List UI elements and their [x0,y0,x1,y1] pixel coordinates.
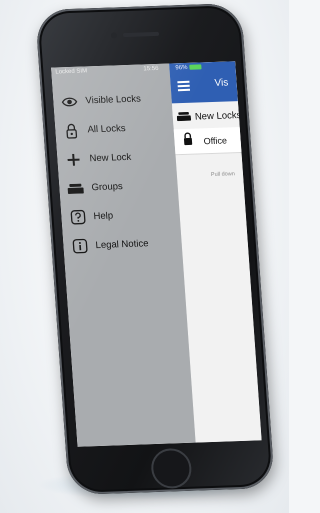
stack-icon [67,180,84,197]
menu-label-all-locks: All Locks [87,123,126,136]
phone-screen: Locked SIM 15:56 Visible Locks All Locks… [51,61,262,447]
menu-item-new-lock[interactable]: New Lock [57,141,177,174]
padlock-icon [182,132,194,151]
menu-label-groups: Groups [91,181,124,194]
nav-bar: 96% Vis [169,61,238,104]
phone-device: Locked SIM 15:56 Visible Locks All Locks… [35,2,275,496]
background: Locked SIM 15:56 Visible Locks All Locks… [0,0,289,513]
carrier-status: Locked SIM [55,68,88,76]
menu-label-visible-locks: Visible Locks [85,93,142,107]
lock-label: Office [203,135,228,146]
padlock-outline-icon [63,122,80,139]
plus-icon [65,151,82,168]
menu-item-legal-notice[interactable]: Legal Notice [63,228,183,261]
eye-icon [61,93,78,110]
question-icon [69,209,86,226]
menu-item-visible-locks[interactable]: Visible Locks [52,83,172,116]
battery-icon [189,64,202,70]
menu-item-help[interactable]: Help [61,199,181,232]
info-icon [71,238,88,255]
earpiece-speaker [122,31,160,38]
stack-icon [176,108,192,126]
pull-down-hint: Pull down [210,171,236,179]
menu-label-legal-notice: Legal Notice [95,238,149,252]
menu-label-new-lock: New Lock [89,151,132,165]
section-header-new-locks: New Locks [172,105,242,128]
drawer-menu: Visible Locks All Locks New Lock Groups … [52,83,182,261]
lock-row-office[interactable]: Office [173,127,242,156]
front-camera [110,32,118,39]
menu-label-help: Help [93,210,114,223]
status-time: 15:56 [143,65,159,73]
home-button[interactable] [149,447,193,490]
battery-percent: 96% [175,64,188,72]
menu-item-all-locks[interactable]: All Locks [55,112,175,145]
page-title: Vis [214,77,229,89]
menu-item-groups[interactable]: Groups [59,170,179,203]
section-label: New Locks [194,109,242,123]
hamburger-menu-icon[interactable] [177,80,191,92]
battery-status: 96% [175,64,202,72]
